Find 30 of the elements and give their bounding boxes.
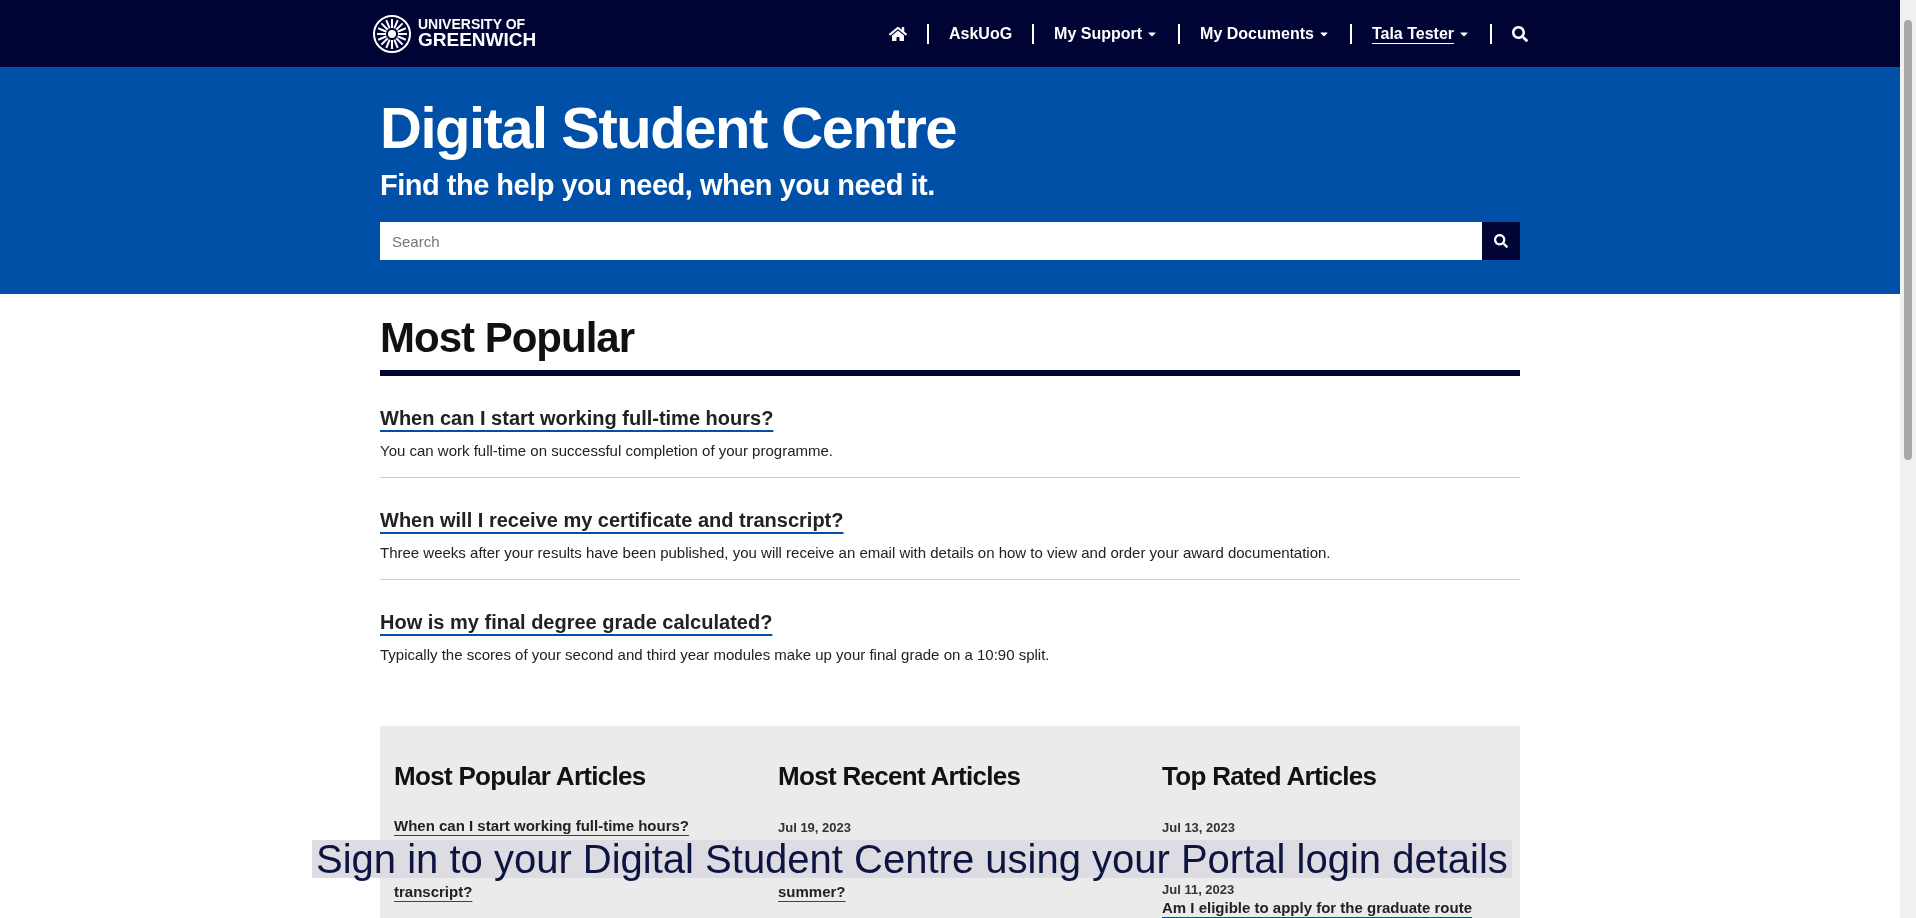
section-heading: Most Popular — [380, 314, 636, 363]
question-link[interactable]: How is my final degree grade calculated? — [380, 611, 773, 634]
search-field[interactable]: Search — [380, 222, 1482, 260]
nav-link[interactable]: My Documents — [1200, 24, 1330, 43]
nav-link[interactable]: Tala Tester — [1371, 24, 1470, 43]
answer-summary: Three weeks after your results have been published, you will receive an email with details on how to view and order your award documentation. — [380, 544, 1331, 561]
article-date: Jul 11, 2023 — [1162, 882, 1235, 898]
question-link[interactable]: When will I receive my certificate and transcript? — [380, 509, 844, 532]
scrollbar-thumb[interactable] — [1904, 20, 1912, 460]
column-heading: Top Rated Articles — [1162, 760, 1377, 792]
column-heading: Most Popular Articles — [394, 760, 646, 792]
article-date: Jul 19, 2023 — [778, 820, 851, 836]
search-button[interactable] — [1482, 222, 1520, 260]
search-icon — [1494, 234, 1508, 248]
article-link[interactable]: transcript? — [394, 882, 473, 902]
university-logo[interactable]: UNIVERSITY OF GREENWICH — [418, 17, 537, 50]
answer-summary: Typically the scores of your second and third year modules make up your final grade on a 10:90 split. — [380, 646, 1050, 663]
article-date: Jul 13, 2023 — [1162, 820, 1235, 836]
nav-link[interactable]: My Support — [1054, 24, 1159, 43]
nav-link[interactable]: AskUoG — [948, 24, 1013, 43]
article-link[interactable]: When can I start working full-time hours? — [394, 816, 690, 836]
page-subtitle: Find the help you need, when you need it. — [380, 169, 936, 202]
home-icon[interactable] — [888, 24, 907, 43]
column-heading: Most Recent Articles — [778, 760, 1021, 792]
article-link[interactable]: Am I eligible to apply for the graduate route — [1162, 898, 1473, 918]
article-link[interactable]: summer? — [778, 882, 846, 902]
answer-summary: You can work full-time on successful completion of your programme. — [380, 442, 833, 459]
logo-icon — [372, 13, 412, 54]
question-link[interactable]: When can I start working full-time hours? — [380, 407, 774, 430]
search-icon[interactable] — [1512, 25, 1528, 42]
